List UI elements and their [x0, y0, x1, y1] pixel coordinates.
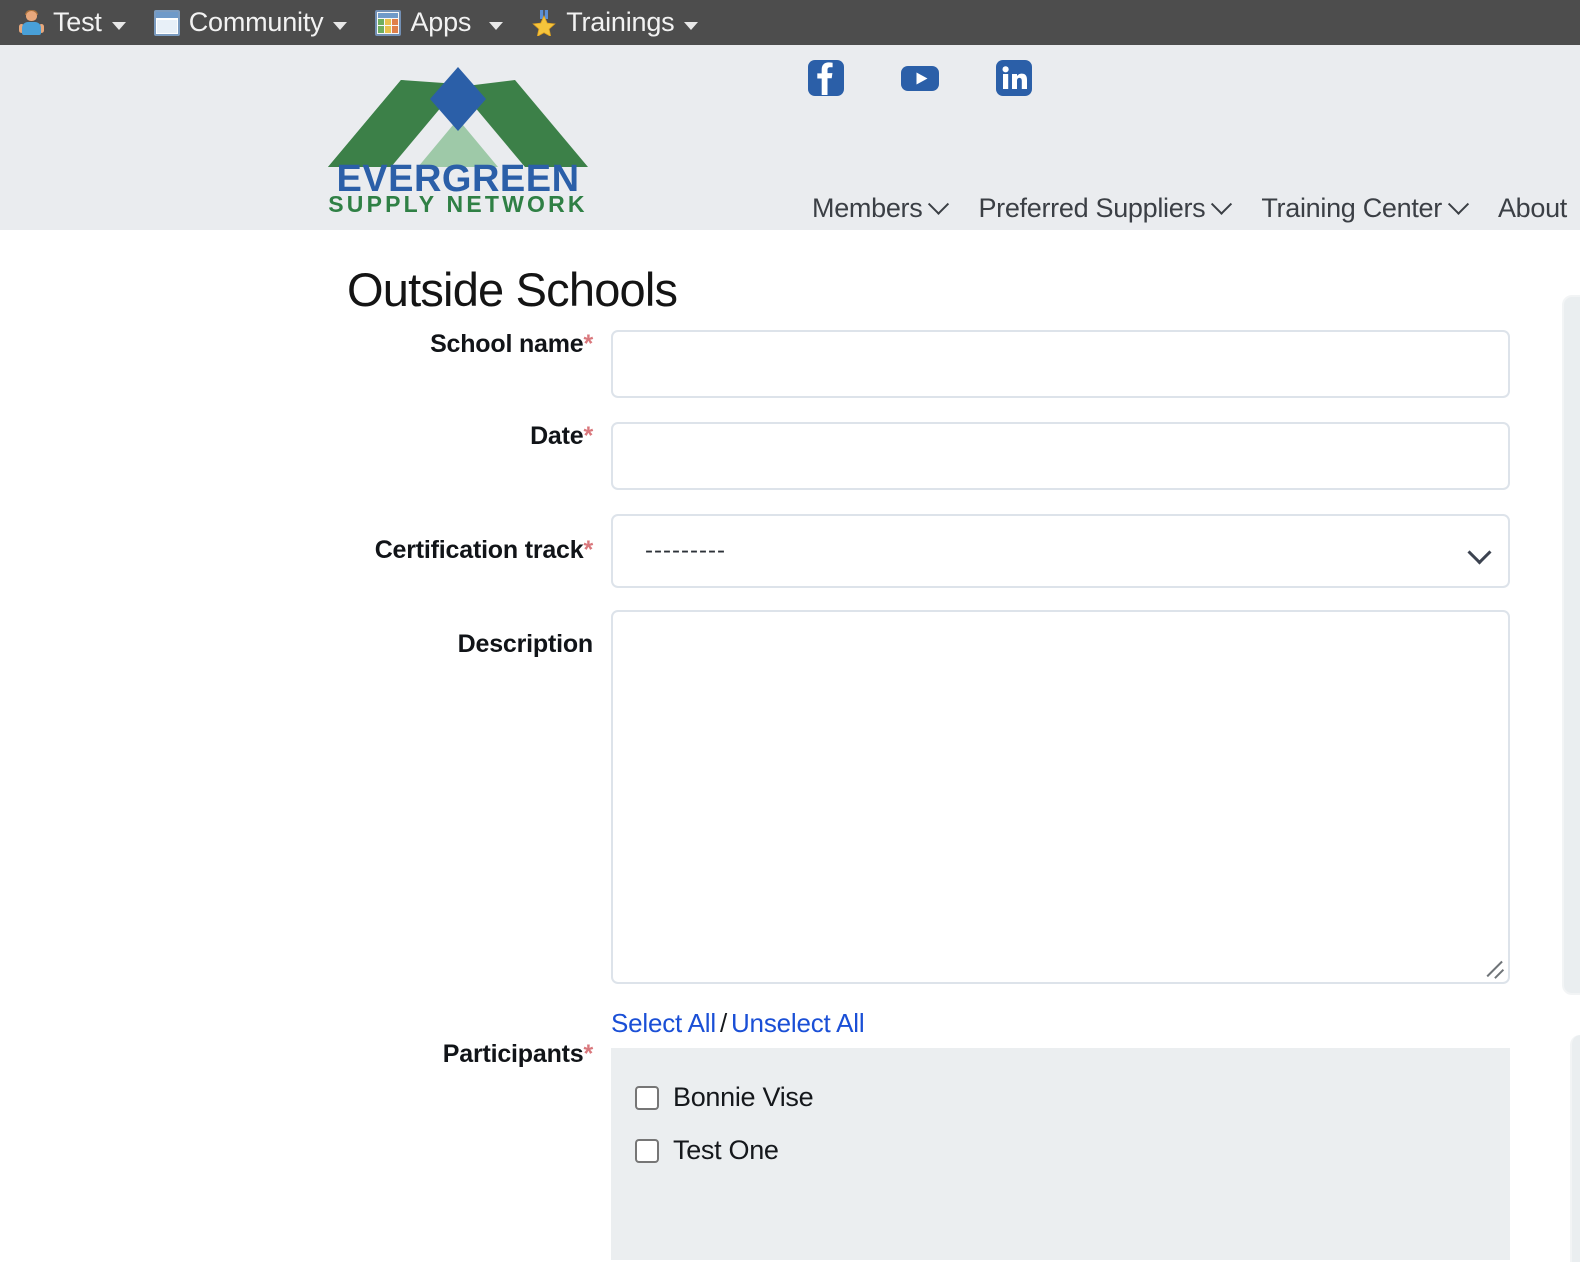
- form-row-date: Date*: [0, 422, 1580, 490]
- toolbar-item-community-label: Community: [188, 7, 324, 37]
- nav-item-training-center[interactable]: Training Center: [1261, 193, 1470, 224]
- required-asterisk: *: [583, 330, 593, 358]
- nav-item-training-center-label: Training Center: [1261, 193, 1442, 223]
- page-title: Outside Schools: [347, 263, 678, 316]
- outside-schools-form: School name* Date* Certification track* …: [0, 330, 1580, 1284]
- date-label-text: Date: [530, 422, 584, 450]
- form-row-certification-track: Certification track* ---------: [0, 514, 1580, 588]
- linkedin-icon[interactable]: [994, 58, 1034, 98]
- toolbar-item-trainings-label: Trainings: [566, 7, 675, 37]
- chevron-down-icon: [684, 21, 699, 30]
- toolbar-item-apps-label: Apps: [410, 7, 472, 37]
- description-label-text: Description: [457, 630, 594, 658]
- site-logo[interactable]: SUPPLY NETWORK EVERGREEN: [318, 57, 598, 217]
- form-row-participants: Participants* Select All / Unselect All Bo…: [0, 1008, 1580, 1260]
- participants-bulk-actions: Select All / Unselect All: [611, 1008, 1510, 1039]
- participants-checkbox-list: Bonnie Vise Test One: [611, 1048, 1510, 1260]
- participants-label: Participants*: [0, 1008, 611, 1260]
- chevron-down-icon: [111, 21, 126, 30]
- nav-item-preferred-suppliers[interactable]: Preferred Suppliers: [978, 193, 1233, 224]
- select-all-link[interactable]: Select All: [611, 1008, 716, 1038]
- unselect-all-link[interactable]: Unselect All: [731, 1008, 865, 1038]
- required-asterisk: *: [583, 422, 593, 450]
- participant-label: Bonnie Vise: [673, 1082, 814, 1112]
- certification-track-label: Certification track*: [0, 514, 611, 588]
- list-item[interactable]: Test One: [635, 1135, 1510, 1166]
- apps-grid-icon: [375, 9, 402, 36]
- site-header: SUPPLY NETWORK EVERGREEN Members Preferr…: [0, 45, 1580, 230]
- toolbar-item-test[interactable]: Test: [8, 0, 144, 45]
- date-label: Date*: [0, 422, 611, 490]
- nav-item-members-label: Members: [812, 193, 923, 223]
- nav-item-preferred-suppliers-label: Preferred Suppliers: [978, 193, 1206, 223]
- chevron-down-icon: [333, 21, 348, 30]
- school-name-label-text: School name: [430, 330, 584, 358]
- toolbar-item-community[interactable]: Community: [144, 0, 366, 45]
- certification-track-label-text: Certification track: [374, 536, 584, 564]
- school-name-input[interactable]: [611, 330, 1510, 398]
- required-asterisk: *: [583, 1040, 593, 1068]
- toolbar-item-test-label: Test: [53, 7, 102, 37]
- participant-checkbox[interactable]: [635, 1138, 659, 1163]
- youtube-icon[interactable]: [900, 58, 940, 98]
- main-navigation: Members Preferred Suppliers Training Cen…: [812, 193, 1567, 224]
- svg-text:EVERGREEN: EVERGREEN: [336, 158, 579, 200]
- participants-label-text: Participants: [442, 1040, 584, 1068]
- star-icon: [531, 9, 557, 36]
- person-icon: [18, 9, 44, 36]
- participant-checkbox[interactable]: [635, 1085, 659, 1110]
- bulk-action-separator: /: [719, 1008, 727, 1038]
- participant-label: Test One: [673, 1135, 779, 1165]
- page-scrollbar[interactable]: [1562, 295, 1580, 995]
- window-icon: [153, 9, 180, 36]
- chevron-down-icon: [1447, 193, 1470, 215]
- description-label: Description: [0, 610, 611, 984]
- toolbar-item-trainings[interactable]: Trainings: [521, 0, 716, 45]
- chevron-down-icon: [928, 193, 950, 215]
- app-toolbar: Test Community Apps Trainings: [0, 0, 1580, 45]
- list-item[interactable]: Bonnie Vise: [635, 1082, 1510, 1113]
- chevron-down-icon: [489, 21, 504, 30]
- nav-item-about-label: About: [1497, 193, 1568, 223]
- main-content: Outside Schools School name* Date* Certi…: [0, 230, 1580, 1262]
- chevron-down-icon: [1211, 193, 1233, 215]
- date-input[interactable]: [611, 422, 1510, 490]
- school-name-label: School name*: [0, 330, 611, 398]
- toolbar-item-apps[interactable]: Apps: [365, 0, 521, 45]
- evergreen-logo-mark: SUPPLY NETWORK EVERGREEN: [328, 67, 588, 217]
- certification-track-select[interactable]: ---------: [611, 514, 1510, 588]
- nav-item-about[interactable]: About: [1498, 193, 1567, 224]
- facebook-icon[interactable]: [806, 58, 846, 98]
- nav-item-members[interactable]: Members: [812, 193, 950, 224]
- form-row-description: Description: [0, 610, 1580, 984]
- page-scrollbar-lower[interactable]: [1570, 1035, 1580, 1262]
- description-textarea[interactable]: [611, 610, 1510, 984]
- form-row-school-name: School name*: [0, 330, 1580, 398]
- social-links: [806, 58, 1034, 98]
- required-asterisk: *: [583, 536, 593, 564]
